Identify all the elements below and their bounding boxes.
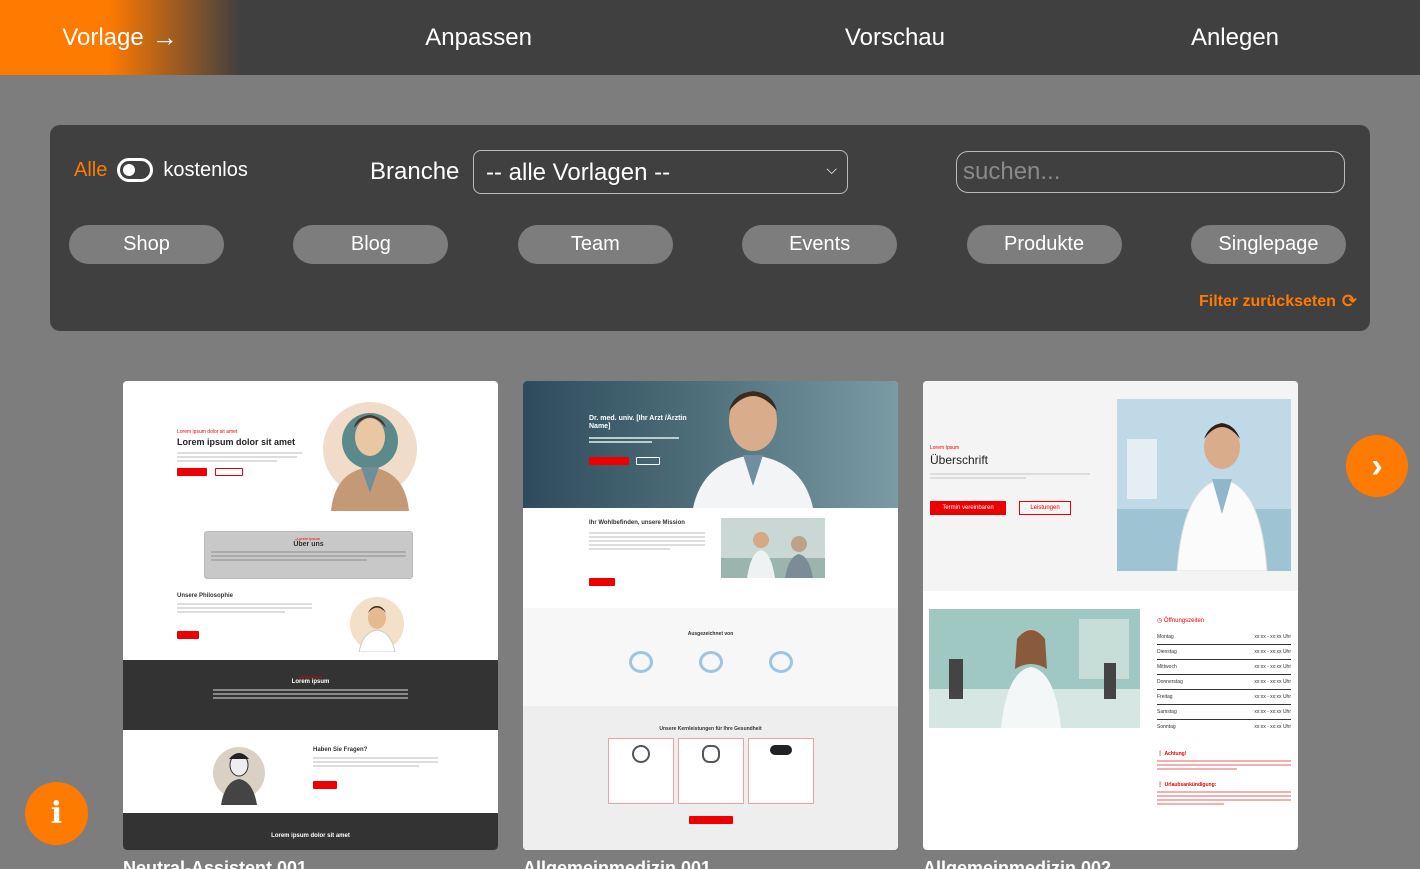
branche-select-value: -- alle Vorlagen -- bbox=[486, 159, 671, 186]
awards-section: Ausgezeichnet von bbox=[523, 608, 898, 706]
hours-row: Montag xx:xx - xx:xx Uhr bbox=[1157, 630, 1291, 645]
laurel-icon bbox=[628, 651, 653, 673]
category-chip-events[interactable]: Events bbox=[742, 225, 898, 264]
reset-filter-label: Filter zurückseten bbox=[1198, 292, 1336, 310]
questions-heading: Haben Sie Fragen? bbox=[313, 747, 368, 753]
category-chips: Shop Blog Team Events Produkte Singlepag… bbox=[69, 225, 1346, 264]
vacation-heading: Urlaubsankündigung: bbox=[1164, 782, 1217, 788]
toggle-label-free[interactable]: kostenlos bbox=[163, 159, 248, 182]
hero-section: Dr. med. univ. [Ihr Arzt /Ärztin Name] bbox=[523, 381, 898, 508]
notice-block: ❗ Achtung! ❗ Urlaubsankündigung: bbox=[1157, 751, 1291, 807]
toggle-knob bbox=[123, 164, 136, 176]
stethoscope-icon bbox=[631, 745, 650, 763]
opening-hours: ◷ Öffnungszeiten Montag xx:xx - xx:xx Uhr… bbox=[1157, 617, 1291, 734]
category-chip-team[interactable]: Team bbox=[517, 225, 673, 264]
reset-filter-link[interactable]: Filter zurückseten ⟳ bbox=[1199, 291, 1357, 312]
hours-row: Mittwoch xx:xx - xx:xx Uhr bbox=[1157, 660, 1291, 675]
questions-text: Haben Sie Fragen? bbox=[313, 747, 438, 789]
template-title[interactable]: Allgemeinmedizin 002 bbox=[923, 858, 1111, 869]
template-title[interactable]: Neutral-Assistent 001 bbox=[123, 858, 307, 869]
wizard-step-vorlage[interactable]: Vorlage → bbox=[0, 0, 240, 75]
services-heading: Unsere Kernleistungen für Ihre Gesundhei… bbox=[659, 726, 762, 732]
pill-icon bbox=[769, 745, 792, 755]
price-toggle-switch[interactable] bbox=[117, 158, 154, 182]
chevron-down-icon: ⌵ bbox=[826, 161, 837, 177]
hours-row: Dienstag xx:xx - xx:xx Uhr bbox=[1157, 645, 1291, 660]
hours-row: Sonntag xx:xx - xx:xx Uhr bbox=[1157, 724, 1291, 730]
hero-section: Lorem Ipsum Überschrift Termin vereinbar… bbox=[923, 381, 1298, 591]
template-card-allgemeinmedizin-002[interactable]: Lorem Ipsum Überschrift Termin vereinbar… bbox=[923, 381, 1298, 850]
person-illustration bbox=[323, 402, 417, 511]
wizard-step-label: Vorschau bbox=[844, 23, 945, 51]
mission-heading: Ihr Wohlbefinden, unsere Mission bbox=[589, 520, 685, 526]
info-icon: i bbox=[50, 796, 63, 831]
category-chip-singlepage[interactable]: Singlepage bbox=[1190, 225, 1346, 264]
hero-heading: Lorem ipsum dolor sit amet bbox=[177, 437, 296, 447]
laurel-icon bbox=[768, 651, 793, 673]
about-heading: Über uns bbox=[293, 541, 324, 548]
hours-row: Freitag xx:xx - xx:xx Uhr bbox=[1157, 690, 1291, 705]
mission-section: Ihr Wohlbefinden, unsere Mission bbox=[523, 508, 898, 608]
footer-heading: Lorem ipsum dolor sit amet bbox=[271, 833, 350, 839]
service-card bbox=[607, 738, 674, 804]
carousel-next-button[interactable]: › bbox=[1346, 435, 1408, 497]
services-section: Unsere Kernleistungen für Ihre Gesundhei… bbox=[523, 706, 898, 850]
template-card-neutral-assistent[interactable]: Lorem ipsum dolor sit amet Lorem ipsum d… bbox=[123, 381, 498, 850]
refresh-icon: ⟳ bbox=[1341, 291, 1357, 311]
doctor-photo bbox=[1117, 399, 1291, 571]
wizard-step-label: Anlegen bbox=[1190, 23, 1280, 51]
hours-row: Donnerstag xx:xx - xx:xx Uhr bbox=[1157, 675, 1291, 690]
notice-heading: Achtung! bbox=[1164, 751, 1187, 757]
philosophy-heading: Unsere Philosophie bbox=[177, 593, 234, 599]
service-card bbox=[747, 738, 814, 804]
search-input[interactable] bbox=[956, 151, 1345, 193]
wizard-step-anlegen[interactable]: Anlegen bbox=[945, 0, 1420, 75]
hero-text: Lorem ipsum dolor sit amet Lorem ipsum d… bbox=[177, 429, 307, 476]
toggle-label-all[interactable]: Alle bbox=[74, 159, 107, 182]
sketch-person-illustration bbox=[213, 747, 265, 805]
wizard-step-label: Vorlage bbox=[62, 23, 144, 51]
category-chip-blog[interactable]: Blog bbox=[293, 225, 449, 264]
philosophy-text: Unsere Philosophie bbox=[177, 593, 312, 639]
template-title[interactable]: Allgemeinmedizin 001 bbox=[523, 858, 711, 869]
thinking-person-illustration bbox=[350, 597, 404, 652]
consultation-photo bbox=[721, 518, 825, 578]
wizard-step-anpassen[interactable]: Anpassen bbox=[240, 0, 590, 75]
chevron-right-icon: › bbox=[1371, 446, 1383, 485]
laurel-icon bbox=[698, 651, 723, 673]
heart-icon bbox=[701, 745, 720, 763]
category-chip-shop[interactable]: Shop bbox=[69, 225, 224, 264]
category-chip-produkte[interactable]: Produkte bbox=[966, 225, 1122, 264]
hours-row: Samstag xx:xx - xx:xx Uhr bbox=[1157, 705, 1291, 720]
service-card bbox=[677, 738, 744, 804]
services-button: Leistungen bbox=[1019, 501, 1071, 515]
arrow-right-icon: → bbox=[151, 22, 178, 52]
branche-label: Branche bbox=[370, 158, 460, 185]
wizard-step-label: Anpassen bbox=[425, 23, 532, 51]
hero-kicker: Lorem ipsum dolor sit amet bbox=[177, 429, 238, 435]
hours-heading: Öffnungszeiten bbox=[1163, 618, 1205, 624]
wizard-bar: Vorlage → Anpassen Vorschau Anlegen bbox=[0, 0, 1420, 75]
template-card-allgemeinmedizin-001[interactable]: Dr. med. univ. [Ihr Arzt /Ärztin Name] I… bbox=[523, 381, 898, 850]
hero-heading: Dr. med. univ. [Ihr Arzt /Ärztin Name] bbox=[589, 415, 687, 430]
wizard-step-vorschau[interactable]: Vorschau bbox=[590, 0, 945, 75]
lab-photo bbox=[929, 609, 1140, 728]
price-toggle: Alle kostenlos bbox=[74, 158, 248, 182]
footer-section: Lorem ipsum dolor sit amet bbox=[123, 813, 498, 850]
hero-kicker: Lorem Ipsum bbox=[930, 445, 960, 451]
doctor-photo bbox=[693, 391, 813, 508]
hero-heading: Überschrift bbox=[930, 453, 989, 467]
filter-panel: Alle kostenlos Branche -- alle Vorlagen … bbox=[50, 125, 1370, 331]
awards-heading: Ausgezeichnet von bbox=[687, 631, 734, 637]
info-button[interactable]: i bbox=[25, 782, 88, 845]
cta-button: Termin vereinbaren bbox=[930, 501, 1006, 515]
dark-section: Lorem ipsum Lorem ipsum bbox=[123, 660, 498, 730]
branche-select[interactable]: -- alle Vorlagen -- ⌵ bbox=[473, 150, 848, 194]
about-section: Lorem ipsum Über uns bbox=[204, 531, 413, 579]
